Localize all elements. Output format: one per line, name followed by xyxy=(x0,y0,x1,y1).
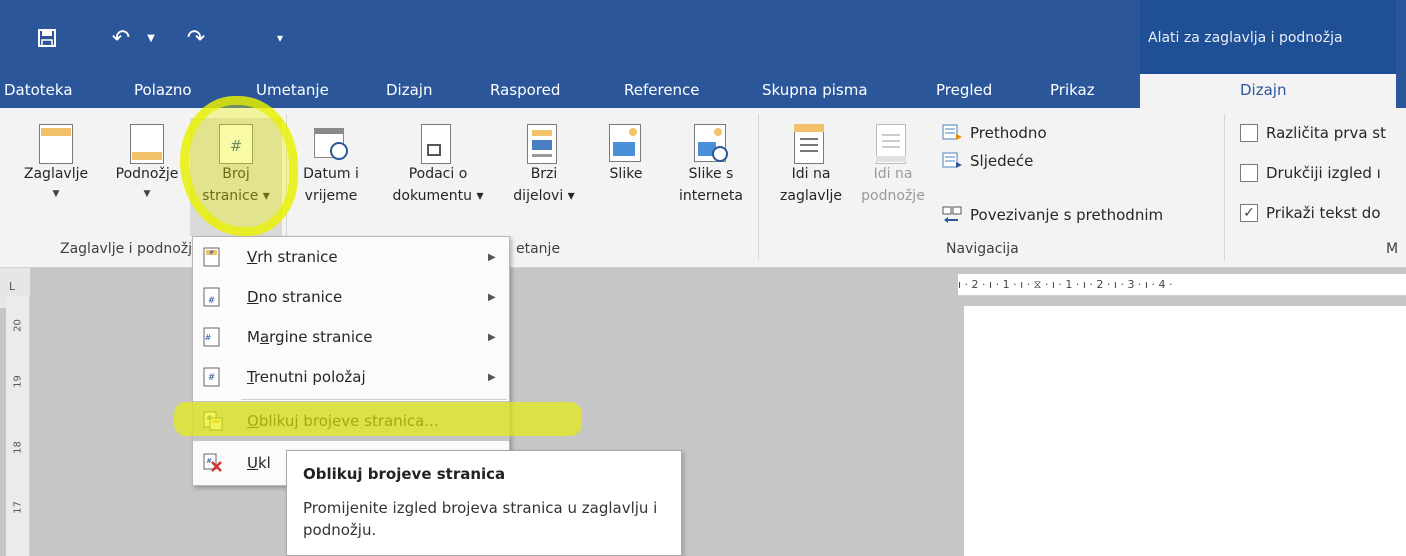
tab-reference[interactable]: Reference xyxy=(624,74,700,108)
quick-parts-button[interactable]: Brzi dijelovi ▾ xyxy=(506,118,582,236)
submenu-arrow-icon: ▶ xyxy=(488,291,496,303)
tooltip-description: Promijenite izgled brojeva stranica u za… xyxy=(303,499,658,539)
tab-datoteka[interactable]: Datoteka xyxy=(4,74,73,108)
checkbox-box xyxy=(1240,124,1258,142)
go-to-header-button[interactable]: Idi na zaglavlje xyxy=(770,118,852,236)
page-margins-icon: # xyxy=(203,327,221,347)
show-document-text-checkbox[interactable]: ✓ Prikaži tekst do xyxy=(1240,200,1381,226)
tab-prikaz[interactable]: Prikaz xyxy=(1050,74,1095,108)
document-page[interactable] xyxy=(964,306,1406,556)
calendar-clock-icon xyxy=(314,124,348,164)
format-page-numbers-icon: # xyxy=(203,411,223,431)
checkbox-box xyxy=(1240,164,1258,182)
chevron-down-icon: ▼ xyxy=(52,189,60,199)
save-icon[interactable] xyxy=(30,22,64,54)
pictures-button[interactable]: Slike xyxy=(594,118,658,236)
svg-text:#: # xyxy=(208,296,216,306)
previous-section-icon xyxy=(942,124,964,142)
current-position-icon: # xyxy=(203,367,221,387)
document-info-icon xyxy=(421,124,455,164)
next-button[interactable]: Sljedeće xyxy=(942,148,1033,174)
svg-text:#: # xyxy=(206,414,212,422)
previous-button[interactable]: Prethodno xyxy=(942,120,1047,146)
tab-polazno[interactable]: Polazno xyxy=(134,74,192,108)
go-to-header-icon xyxy=(794,124,828,164)
group-label-navigation: Navigacija xyxy=(946,241,1019,257)
footer-button[interactable]: Podnožje ▼ xyxy=(104,118,190,236)
submenu-arrow-icon: ▶ xyxy=(488,331,496,343)
group-label-options: M xyxy=(1386,241,1399,257)
checkmark-icon: ✓ xyxy=(1240,204,1258,222)
page-number-icon: # xyxy=(219,124,253,164)
menu-item-page-margins[interactable]: # Margine stranice ▶ xyxy=(193,317,509,357)
svg-text:#: # xyxy=(208,373,216,383)
tab-skupna-pisma[interactable]: Skupna pisma xyxy=(762,74,868,108)
menu-item-top-of-page[interactable]: # Vrh stranice ▶ xyxy=(193,237,509,277)
link-to-previous-button[interactable]: Povezivanje s prethodnim xyxy=(942,202,1163,228)
vertical-ruler[interactable]: 20 19 18 17 xyxy=(6,296,30,556)
page-number-menu: # Vrh stranice ▶ # Dno stranice ▶ # Marg… xyxy=(192,236,510,486)
group-separator xyxy=(1224,114,1225,260)
title-bar: ↶ ▼ ↷ ▾ Alati za zaglavlja i podnožja xyxy=(0,0,1406,74)
online-pictures-button[interactable]: Slike s interneta xyxy=(668,118,754,236)
customize-qat-icon[interactable]: ▾ xyxy=(272,22,288,54)
ribbon-tabs: Datoteka Polazno Umetanje Dizajn Raspore… xyxy=(0,74,1406,108)
link-to-previous-icon xyxy=(942,206,964,224)
bottom-of-page-icon: # xyxy=(203,287,221,307)
menu-separator xyxy=(241,399,507,400)
contextual-tab-title: Alati za zaglavlja i podnožja xyxy=(1140,0,1396,74)
menu-item-format-page-numbers[interactable]: # Oblikuj brojeve stranica... xyxy=(193,401,509,441)
next-section-icon xyxy=(942,152,964,170)
different-odd-even-checkbox[interactable]: Drukčiji izgled ı xyxy=(1240,160,1381,186)
group-label-insert: etanje xyxy=(516,241,561,257)
top-of-page-icon: # xyxy=(203,247,221,267)
document-info-button[interactable]: Podaci o dokumentu ▾ xyxy=(372,118,504,236)
remove-page-numbers-icon: # xyxy=(203,453,222,473)
go-to-footer-icon xyxy=(876,124,910,164)
page-number-button[interactable]: # Broj stranice ▾ xyxy=(190,118,282,236)
svg-text:#: # xyxy=(209,250,214,257)
group-label-header-footer: Zaglavlje i podnožje xyxy=(60,241,201,257)
tab-umetanje[interactable]: Umetanje xyxy=(256,74,329,108)
tooltip-title: Oblikuj brojeve stranica xyxy=(303,465,506,483)
date-time-button[interactable]: Datum i vrijeme xyxy=(290,118,372,236)
header-icon xyxy=(39,124,73,164)
online-picture-icon xyxy=(694,124,728,164)
picture-icon xyxy=(609,124,643,164)
menu-item-current-position[interactable]: # Trenutni položaj ▶ xyxy=(193,357,509,397)
chevron-down-icon: ▼ xyxy=(143,189,151,199)
tooltip: Oblikuj brojeve stranica Promijenite izg… xyxy=(286,450,682,556)
undo-icon[interactable]: ↶ xyxy=(104,22,138,54)
horizontal-ruler[interactable]: ı · 2 · ı · 1 · ı · ⧖ · ı · 1 · ı · 2 · … xyxy=(958,274,1406,296)
tab-dizajn[interactable]: Dizajn xyxy=(386,74,432,108)
menu-item-bottom-of-page[interactable]: # Dno stranice ▶ xyxy=(193,277,509,317)
tab-dizajn-context[interactable]: Dizajn xyxy=(1140,74,1396,108)
go-to-footer-button[interactable]: Idi na podnožje xyxy=(852,118,934,236)
quick-parts-icon xyxy=(527,124,561,164)
header-button[interactable]: Zaglavlje ▼ xyxy=(8,118,104,236)
svg-text:#: # xyxy=(206,457,212,465)
group-separator xyxy=(758,114,759,260)
footer-icon xyxy=(130,124,164,164)
tab-raspored[interactable]: Raspored xyxy=(490,74,560,108)
different-first-page-checkbox[interactable]: Različita prva st xyxy=(1240,120,1386,146)
submenu-arrow-icon: ▶ xyxy=(488,251,496,263)
svg-text:#: # xyxy=(205,333,212,342)
redo-icon[interactable]: ↷ xyxy=(180,22,212,54)
tab-pregled[interactable]: Pregled xyxy=(936,74,992,108)
submenu-arrow-icon: ▶ xyxy=(488,371,496,383)
undo-dropdown-icon[interactable]: ▼ xyxy=(144,22,158,54)
